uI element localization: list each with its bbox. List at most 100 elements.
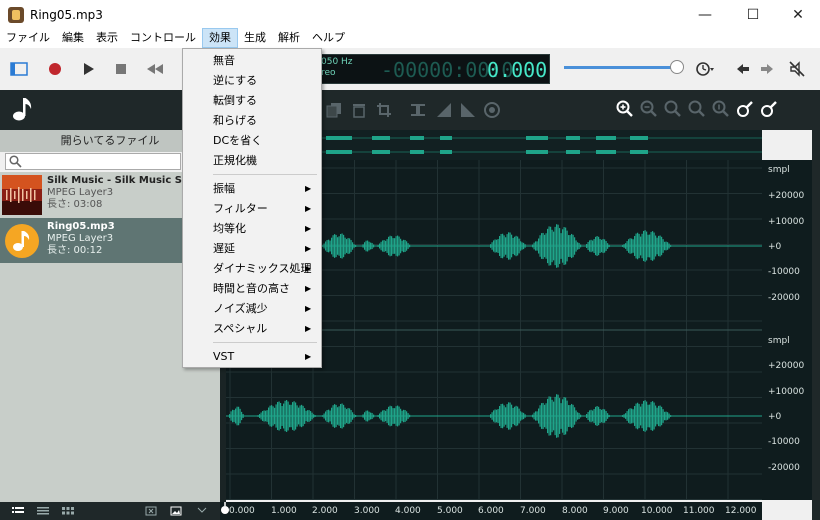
history-icon[interactable] [694, 58, 716, 80]
volume-slider[interactable] [564, 66, 676, 69]
menu-item-filter[interactable]: フィルター ▶ [183, 199, 321, 219]
delete-icon[interactable] [352, 102, 366, 121]
app-icon [8, 7, 24, 23]
zoom-fit-icon[interactable] [688, 100, 706, 121]
crop-icon[interactable] [376, 102, 392, 121]
zoom-in-icon[interactable] [616, 100, 634, 121]
mute-icon[interactable] [786, 58, 808, 80]
time-tick-label: 10.000 [641, 506, 673, 516]
ruler-label: +20000 [768, 191, 805, 201]
vertical-zoom-out-icon[interactable] [760, 100, 778, 121]
submenu-arrow-icon: ▶ [305, 244, 312, 253]
submenu-arrow-icon: ▶ [305, 224, 312, 233]
menu-item-amplitude[interactable]: 振幅 ▶ [183, 179, 321, 199]
window-title: Ring05.mp3 [30, 8, 103, 22]
menu-control[interactable]: コントロール [124, 28, 202, 48]
menu-edit[interactable]: 編集 [56, 28, 90, 48]
volume-slider-thumb[interactable] [670, 60, 684, 74]
menu-separator [213, 174, 317, 175]
forward-arrow-icon[interactable] [756, 58, 778, 80]
menu-view[interactable]: 表示 [90, 28, 124, 48]
file-search-input[interactable] [5, 153, 181, 170]
menu-item-dynamics[interactable]: ダイナミックス処理 ▶ [183, 259, 321, 279]
grid-view-icon[interactable] [62, 506, 74, 519]
amplitude-ruler: smpl +20000 +10000 +0 -10000 -20000 smpl… [762, 160, 812, 500]
zoom-out-icon[interactable] [640, 100, 658, 121]
fade-in-icon[interactable] [436, 102, 452, 121]
menu-generate[interactable]: 生成 [238, 28, 272, 48]
rewind-icon[interactable] [144, 58, 166, 80]
submenu-arrow-icon: ▶ [305, 284, 312, 293]
close-file-icon[interactable] [145, 506, 157, 519]
ruler-label: -10000 [768, 437, 800, 447]
menu-item-equalize[interactable]: 均等化 ▶ [183, 219, 321, 239]
menu-item-normalize[interactable]: 正規化機 [183, 151, 321, 171]
expand-icon[interactable] [196, 506, 208, 519]
vertical-scrollbar[interactable] [812, 130, 820, 520]
menu-item-special[interactable]: スペシャル ▶ [183, 319, 321, 339]
ruler-label: -10000 [768, 267, 800, 277]
menu-analyze[interactable]: 解析 [272, 28, 306, 48]
file-length: 長さ: 00:12 [47, 245, 103, 256]
normalize-tool-icon[interactable] [410, 102, 426, 121]
music-note-icon [12, 96, 34, 125]
time-tick-label: 7.000 [520, 506, 546, 516]
menu-bar: ファイル 編集 表示 コントロール 効果 生成 解析 ヘルプ [0, 28, 820, 48]
effect-dial-icon[interactable] [484, 102, 500, 121]
maximize-button[interactable]: ☐ [730, 0, 776, 30]
menu-help[interactable]: ヘルプ [306, 28, 351, 48]
sidebar-view-toolbar [0, 502, 220, 520]
time-tick-label: 2.000 [312, 506, 338, 516]
ruler-label: +20000 [768, 361, 805, 371]
format-info: 050 Hz reo [321, 57, 353, 78]
compact-view-icon[interactable] [37, 506, 49, 519]
menu-file[interactable]: ファイル [0, 28, 56, 48]
sidebar-toggle-icon[interactable] [8, 58, 30, 80]
zoom-vertical-icon[interactable] [712, 100, 730, 121]
fade-out-icon[interactable] [460, 102, 476, 121]
menu-item-vst[interactable]: VST ▶ [183, 347, 321, 367]
image-icon[interactable] [170, 506, 182, 519]
time-tick-label: 9.000 [603, 506, 629, 516]
stop-icon[interactable] [110, 58, 132, 80]
menu-item-remove-dc[interactable]: DCを省く [183, 131, 321, 151]
time-display-value: 0.000 [487, 58, 548, 82]
time-tick-label: 8.000 [562, 506, 588, 516]
search-icon [9, 155, 22, 171]
menu-separator [213, 342, 317, 343]
menu-item-soften[interactable]: 和らげる [183, 111, 321, 131]
time-tick-label: 0.000 [229, 506, 255, 516]
menu-effects[interactable]: 効果 [202, 28, 238, 48]
time-tick-label: 3.000 [354, 506, 380, 516]
minimize-button[interactable]: — [682, 0, 728, 30]
ruler-label: +10000 [768, 387, 805, 397]
vertical-zoom-in-icon[interactable] [736, 100, 754, 121]
music-note-badge-icon [2, 221, 42, 261]
list-view-icon[interactable] [12, 506, 24, 519]
back-arrow-icon[interactable] [732, 58, 754, 80]
effects-dropdown-menu: 無音 逆にする 転倒する 和らげる DCを省く 正規化機 振幅 ▶ フィルター ▶ … [182, 48, 322, 368]
time-tick-label: 6.000 [478, 506, 504, 516]
ruler-label: +0 [768, 412, 782, 422]
time-tick-label: 12.000 [725, 506, 757, 516]
menu-item-silence[interactable]: 無音 [183, 51, 321, 71]
time-display: 050 Hz reo -00000:00:0 0.000 [320, 54, 550, 84]
menu-item-reverse[interactable]: 逆にする [183, 71, 321, 91]
play-icon[interactable] [78, 58, 100, 80]
zoom-selection-icon[interactable] [664, 100, 682, 121]
menu-item-noise-reduction[interactable]: ノイズ減少 ▶ [183, 299, 321, 319]
submenu-arrow-icon: ▶ [305, 204, 312, 213]
time-tick-label: 5.000 [437, 506, 463, 516]
submenu-arrow-icon: ▶ [305, 304, 312, 313]
menu-item-delay[interactable]: 遅延 ▶ [183, 239, 321, 259]
copy-icon[interactable] [326, 102, 342, 121]
menu-item-invert[interactable]: 転倒する [183, 91, 321, 111]
time-tick-label: 1.000 [271, 506, 297, 516]
time-axis: 0.000 1.000 2.000 3.000 4.000 5.000 6.00… [220, 502, 762, 520]
time-tick-label: 4.000 [395, 506, 421, 516]
ruler-unit-ch2: smpl [768, 336, 790, 346]
menu-item-time-pitch[interactable]: 時間と音の高さ ▶ [183, 279, 321, 299]
record-icon[interactable] [44, 58, 66, 80]
submenu-arrow-icon: ▶ [305, 324, 312, 333]
close-button[interactable]: ✕ [775, 0, 820, 30]
